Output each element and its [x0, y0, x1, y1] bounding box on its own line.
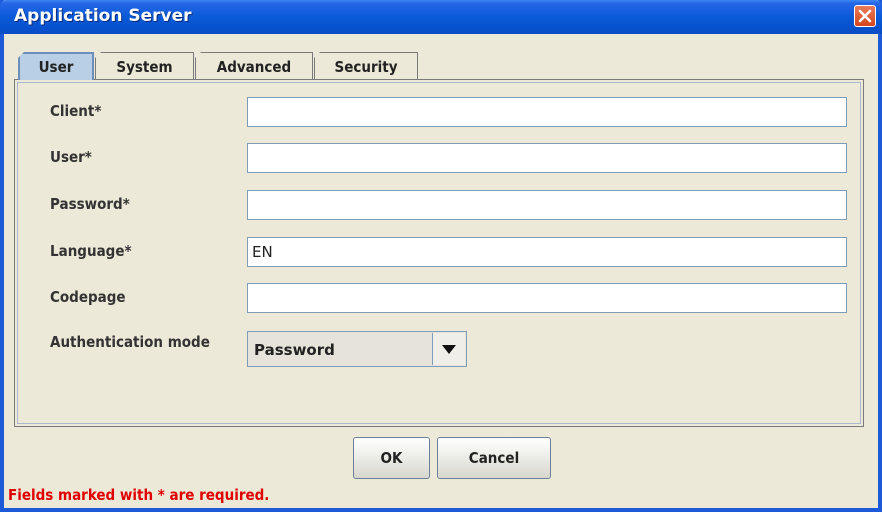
tab-advanced[interactable]: Advanced — [195, 52, 313, 80]
user-label: User* — [50, 148, 92, 166]
codepage-field[interactable] — [247, 283, 847, 313]
authentication-mode-value: Password — [254, 341, 335, 359]
authentication-mode-label: Authentication mode — [50, 333, 210, 351]
language-field[interactable] — [247, 237, 847, 267]
cancel-button[interactable]: Cancel — [437, 437, 551, 479]
language-label: Language* — [50, 242, 132, 260]
authentication-mode-select[interactable]: Password — [247, 331, 467, 367]
tab-user[interactable]: User — [18, 52, 94, 80]
close-button[interactable] — [854, 5, 876, 27]
client-label: Client* — [50, 102, 102, 120]
ok-button[interactable]: OK — [353, 437, 430, 479]
user-field[interactable] — [247, 143, 847, 173]
tab-system[interactable]: System — [95, 52, 194, 80]
client-field[interactable] — [247, 97, 847, 127]
password-label: Password* — [50, 195, 130, 213]
close-icon — [858, 9, 872, 23]
title-bar[interactable]: Application Server — [0, 0, 882, 34]
codepage-label: Codepage — [50, 288, 126, 306]
dropdown-arrow-button[interactable] — [432, 333, 465, 365]
triangle-down-icon — [442, 344, 456, 354]
password-field[interactable] — [247, 190, 847, 220]
required-fields-note: Fields marked with * are required. — [8, 486, 270, 504]
window-title: Application Server — [14, 6, 192, 26]
tab-security[interactable]: Security — [314, 52, 418, 80]
